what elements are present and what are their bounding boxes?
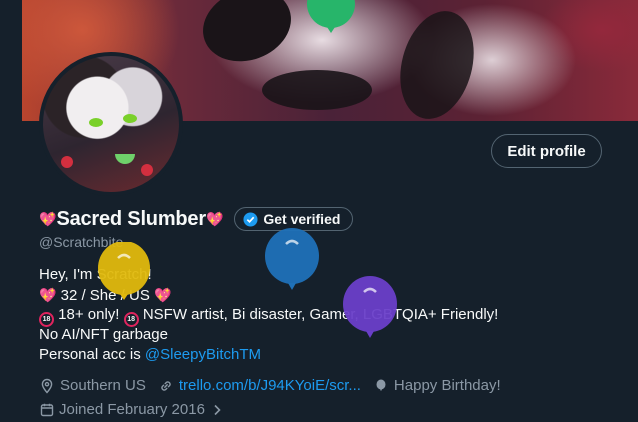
banner-hair-shape bbox=[388, 2, 486, 121]
birthday-text: Happy Birthday! bbox=[393, 377, 501, 394]
edit-profile-button[interactable]: Edit profile bbox=[491, 134, 602, 168]
chevron-right-icon bbox=[214, 404, 221, 415]
joined-text: Joined February 2016 bbox=[59, 401, 205, 418]
get-verified-label: Get verified bbox=[263, 211, 341, 227]
location-pin-icon bbox=[41, 378, 53, 394]
joined-row[interactable]: Joined February 2016 bbox=[39, 401, 225, 418]
bio-text: 18+ only! bbox=[58, 306, 120, 323]
sparkling-heart-icon: 💖 bbox=[39, 210, 57, 227]
bio-text: Personal acc is bbox=[39, 346, 145, 363]
location-text: Southern US bbox=[60, 377, 146, 394]
balloon-icon bbox=[98, 242, 150, 300]
sparkling-heart-icon: 💖 bbox=[205, 210, 224, 227]
avatar-eye bbox=[89, 118, 103, 127]
bio-line: Personal acc is @SleepyBitchTM bbox=[39, 345, 599, 365]
mention-link[interactable]: @SleepyBitchTM bbox=[145, 346, 261, 363]
avatar-lips bbox=[115, 154, 135, 164]
link-icon bbox=[161, 380, 171, 391]
location-item: Southern US bbox=[39, 377, 146, 394]
sparkling-heart-icon: 💖 bbox=[154, 287, 172, 303]
balloon-icon bbox=[307, 0, 355, 33]
avatar-earring bbox=[61, 156, 73, 168]
website-link[interactable]: trello.com/b/J94KYoiE/scr... bbox=[179, 377, 361, 394]
avatar[interactable] bbox=[39, 52, 183, 196]
avatar-earring bbox=[141, 164, 153, 176]
balloon-icon bbox=[376, 379, 386, 391]
verified-badge-icon bbox=[243, 211, 258, 227]
banner-hair-shape bbox=[192, 0, 302, 74]
balloon-icon bbox=[343, 276, 397, 338]
display-name: Sacred Slumber bbox=[56, 207, 206, 230]
avatar-eye bbox=[123, 114, 137, 123]
bio-line: 18 18+ only! 18 NSFW artist, Bi disaster… bbox=[39, 305, 599, 327]
bio-line: No AI/NFT garbage bbox=[39, 325, 599, 345]
bio-text: No AI/NFT garbage bbox=[39, 326, 168, 343]
birthday-item: Happy Birthday! bbox=[373, 377, 501, 394]
bio-text: NSFW artist, Bi disaster, Gamer, LGBTQIA… bbox=[142, 306, 499, 323]
calendar-icon bbox=[40, 403, 54, 416]
balloon-icon bbox=[265, 228, 319, 290]
banner-hair-shape bbox=[262, 70, 372, 110]
profile-meta: Southern US trello.com/b/J94KYoiE/scr...… bbox=[39, 377, 501, 394]
website-item[interactable]: trello.com/b/J94KYoiE/scr... bbox=[158, 377, 361, 394]
sparkling-heart-icon: 💖 bbox=[39, 287, 57, 303]
